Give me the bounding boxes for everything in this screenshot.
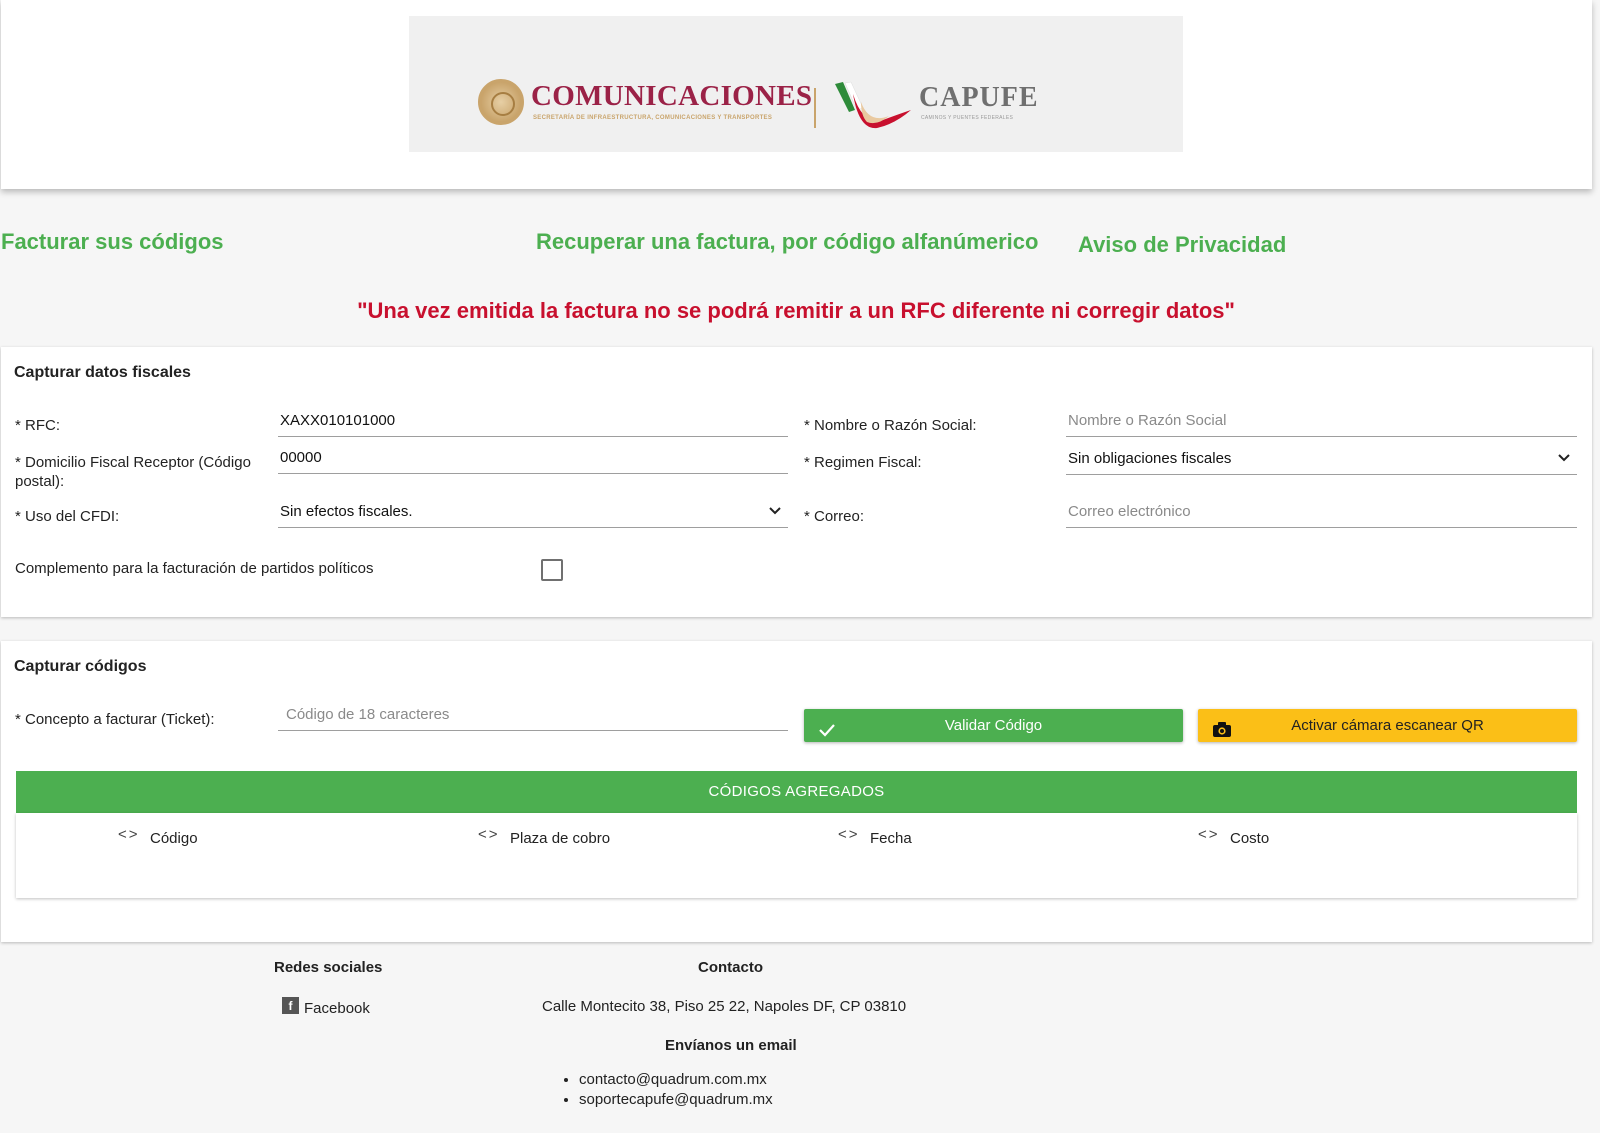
concepto-input[interactable]: Código de 18 caracteres — [278, 704, 788, 731]
nombre-label: * Nombre o Razón Social: — [804, 417, 977, 434]
nav-facturar-link[interactable]: Facturar sus códigos — [1, 229, 224, 255]
codes-section-title: Capturar códigos — [14, 658, 147, 675]
contacto-title: Contacto — [698, 959, 763, 976]
column-header-fecha[interactable]: <> Fecha — [838, 826, 912, 847]
complemento-label: Complemento para la facturación de parti… — [15, 560, 374, 577]
check-icon — [818, 717, 836, 750]
chevron-down-icon — [1557, 451, 1571, 465]
nav-aviso-link[interactable]: Aviso de Privacidad — [1078, 232, 1286, 258]
domicilio-label: * Domicilio Fiscal Receptor (Código post… — [15, 454, 251, 490]
regimen-label: * Regimen Fiscal: — [804, 454, 922, 471]
column-header-codigo-label: Código — [150, 830, 198, 847]
facebook-link[interactable]: Facebook — [304, 1000, 370, 1017]
rfc-input[interactable]: XAXX010101000 — [278, 410, 788, 437]
email-item[interactable]: contacto@quadrum.com.mx — [579, 1070, 773, 1090]
email-list: contacto@quadrum.com.mx soportecapufe@qu… — [565, 1070, 773, 1110]
camera-icon — [1212, 717, 1232, 750]
column-header-costo[interactable]: <> Costo — [1198, 826, 1270, 847]
warning-message: "Una vez emitida la factura no se podrá … — [357, 298, 1235, 323]
header: COMUNICACIONES SECRETARÍA DE INFRAESTRUC… — [1, 0, 1592, 189]
logo-capufe-subtitle: CAMINOS Y PUENTES FEDERALES — [921, 115, 1014, 121]
activar-camara-label: Activar cámara escanear QR — [1291, 717, 1484, 734]
codes-table-header: CÓDIGOS AGREGADOS — [16, 771, 1577, 813]
regimen-value: Sin obligaciones fiscales — [1068, 450, 1232, 467]
capufe-logo-icon — [835, 81, 911, 129]
uso-cfdi-value: Sin efectos fiscales. — [280, 503, 413, 520]
chevron-down-icon — [768, 504, 782, 518]
fiscal-section-title: Capturar datos fiscales — [14, 364, 191, 381]
validar-codigo-button[interactable]: Validar Código — [804, 709, 1183, 742]
activar-camara-button[interactable]: Activar cámara escanear QR — [1198, 709, 1577, 742]
logo-comunicaciones-subtitle: SECRETARÍA DE INFRAESTRUCTURA, COMUNICAC… — [533, 115, 773, 121]
rfc-label: * RFC: — [15, 417, 60, 434]
column-header-costo-label: Costo — [1230, 830, 1270, 847]
nombre-input[interactable]: Nombre o Razón Social — [1066, 410, 1577, 437]
column-header-plaza-label: Plaza de cobro — [510, 830, 611, 847]
logo-comunicaciones-title: COMUNICACIONES — [531, 80, 813, 112]
domicilio-input[interactable]: 00000 — [278, 447, 788, 474]
column-header-codigo[interactable]: <> Código — [118, 826, 198, 847]
uso-cfdi-label: * Uso del CFDI: — [15, 508, 120, 525]
seal-logo-icon — [478, 79, 524, 125]
concepto-label: * Concepto a facturar (Ticket): — [15, 711, 215, 728]
redes-sociales-title: Redes sociales — [274, 959, 383, 976]
logo-capufe-title: CAPUFE — [919, 82, 1039, 113]
uso-cfdi-select[interactable]: Sin efectos fiscales. — [278, 501, 788, 528]
correo-label: * Correo: — [804, 508, 865, 525]
nav-recuperar-link[interactable]: Recuperar una factura, por código alfanú… — [536, 229, 1038, 255]
column-header-fecha-label: Fecha — [870, 830, 912, 847]
sort-icon: <> — [478, 826, 500, 843]
validar-codigo-label: Validar Código — [944, 717, 1043, 734]
logo-banner: COMUNICACIONES SECRETARÍA DE INFRAESTRUC… — [409, 16, 1183, 152]
sort-icon: <> — [838, 826, 860, 843]
facebook-icon: f — [282, 997, 299, 1014]
column-header-plaza[interactable]: <> Plaza de cobro — [478, 826, 611, 847]
sort-icon: <> — [1198, 826, 1220, 843]
regimen-select[interactable]: Sin obligaciones fiscales — [1066, 448, 1577, 475]
codes-table: <> Código <> Plaza de cobro <> Fecha <> … — [16, 813, 1577, 898]
email-item[interactable]: soportecapufe@quadrum.mx — [579, 1090, 773, 1110]
correo-input[interactable]: Correo electrónico — [1066, 501, 1577, 528]
logo-divider — [814, 88, 816, 128]
contact-address: Calle Montecito 38, Piso 25 22, Napoles … — [542, 998, 907, 1015]
complemento-checkbox[interactable] — [541, 559, 563, 581]
sort-icon: <> — [118, 826, 140, 843]
email-title: Envíanos un email — [665, 1037, 797, 1054]
